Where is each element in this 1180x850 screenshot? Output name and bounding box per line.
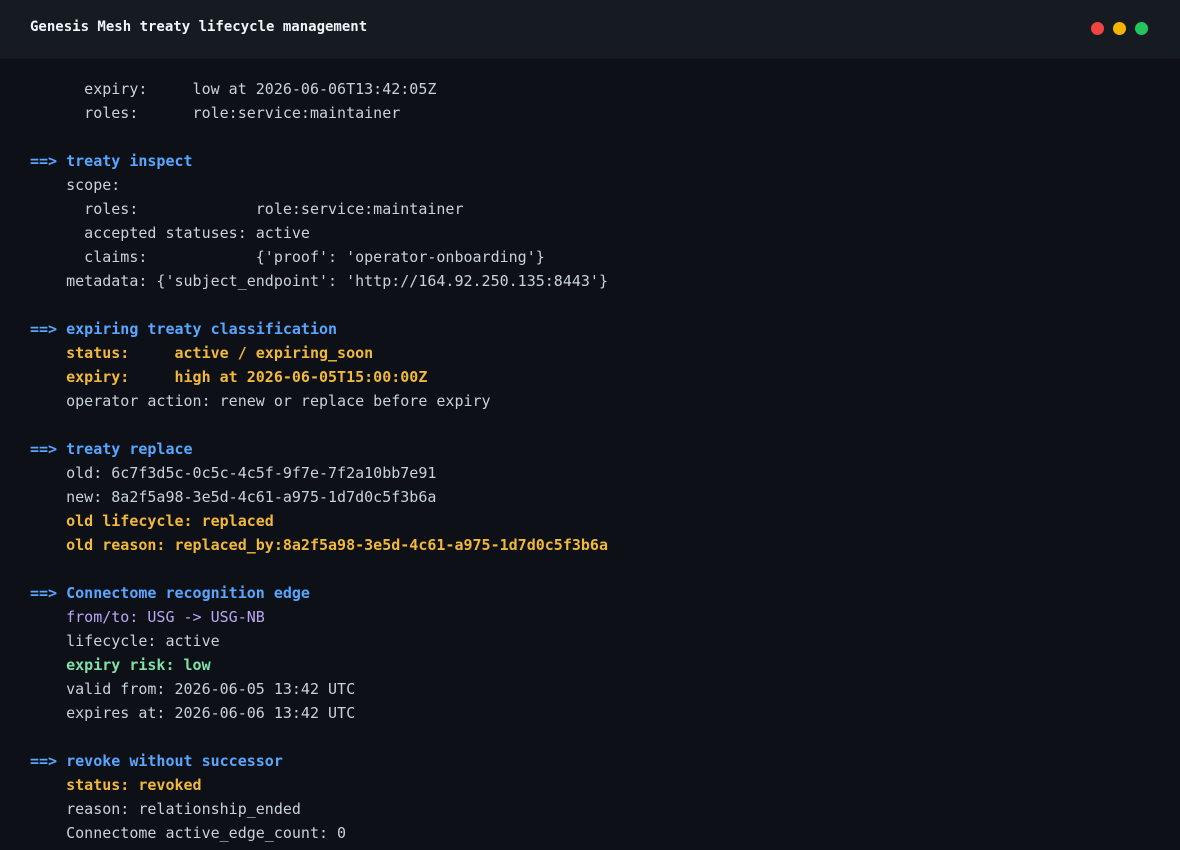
section-title: expiring treaty classification xyxy=(66,320,338,338)
output-line: scope: xyxy=(30,176,121,194)
prompt-arrow: ==> xyxy=(30,152,67,170)
section-title: treaty inspect xyxy=(66,152,193,170)
output-line: expiry: high at 2026-06-05T15:00:00Z xyxy=(30,368,428,386)
output-line: valid from: 2026-06-05 13:42 UTC xyxy=(30,680,356,698)
output-line: status: active / expiring_soon xyxy=(30,344,374,362)
section-header: ==> Connectome recognition edge xyxy=(30,581,1160,605)
output-line: old lifecycle: replaced xyxy=(30,512,274,530)
output-line: old reason: replaced_by:8a2f5a98-3e5d-4c… xyxy=(30,536,608,554)
output-line: status: revoked xyxy=(30,776,202,794)
output-line: roles: role:service:maintainer xyxy=(30,200,464,218)
output-line: claims: {'proof': 'operator-onboarding'} xyxy=(30,248,545,266)
terminal-output[interactable]: expiry: low at 2026-06-06T13:42:05Z role… xyxy=(30,77,1160,845)
prompt-arrow: ==> xyxy=(30,584,67,602)
output-line: accepted statuses: active xyxy=(30,224,310,242)
output-line: operator action: renew or replace before… xyxy=(30,392,491,410)
output-line: expiry risk: low xyxy=(30,656,211,674)
section-title: Connectome recognition edge xyxy=(66,584,310,602)
maximize-button[interactable] xyxy=(1135,22,1148,35)
window-title: Genesis Mesh treaty lifecycle management xyxy=(30,19,368,35)
section-title: treaty replace xyxy=(66,440,193,458)
section-header: ==> expiring treaty classification xyxy=(30,317,1160,341)
output-line: Connectome active_edge_count: 0 xyxy=(30,824,347,842)
terminal-window: Genesis Mesh treaty lifecycle management… xyxy=(0,0,1180,850)
prompt-arrow: ==> xyxy=(30,752,67,770)
prompt-arrow: ==> xyxy=(30,440,67,458)
output-line: roles: role:service:maintainer xyxy=(30,104,401,122)
prompt-arrow: ==> xyxy=(30,320,67,338)
minimize-button[interactable] xyxy=(1113,22,1126,35)
title-bar: Genesis Mesh treaty lifecycle management xyxy=(0,0,1180,59)
section-header: ==> treaty inspect xyxy=(30,149,1160,173)
section-header: ==> treaty replace xyxy=(30,437,1160,461)
output-line: reason: relationship_ended xyxy=(30,800,301,818)
section-title: revoke without successor xyxy=(66,752,283,770)
output-line: new: 8a2f5a98-3e5d-4c61-a975-1d7d0c5f3b6… xyxy=(30,488,437,506)
close-button[interactable] xyxy=(1091,22,1104,35)
output-line: lifecycle: active xyxy=(30,632,220,650)
output-line: expiry: low at 2026-06-06T13:42:05Z xyxy=(30,80,437,98)
output-line: metadata: {'subject_endpoint': 'http://1… xyxy=(30,272,608,290)
window-controls xyxy=(1091,22,1148,35)
section-header: ==> revoke without successor xyxy=(30,749,1160,773)
output-line: expires at: 2026-06-06 13:42 UTC xyxy=(30,704,356,722)
output-line: old: 6c7f3d5c-0c5c-4c5f-9f7e-7f2a10bb7e9… xyxy=(30,464,437,482)
output-line: from/to: USG -> USG-NB xyxy=(30,608,265,626)
